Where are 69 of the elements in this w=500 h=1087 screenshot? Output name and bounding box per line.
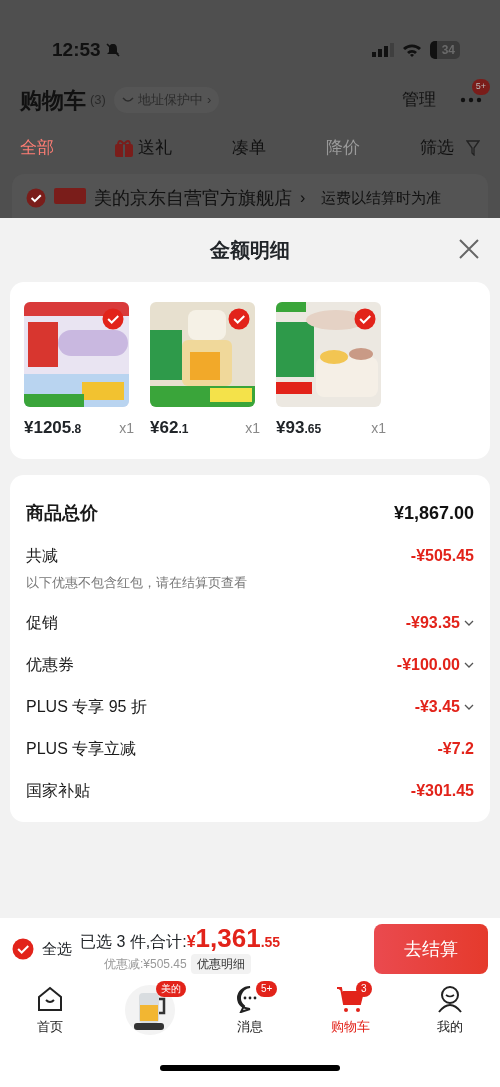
summary-label: 共减 xyxy=(26,545,58,566)
tab-bar-item[interactable]: 美的 xyxy=(100,984,200,1038)
item-quantity: x1 xyxy=(119,419,134,438)
item-price: ¥1205.8 xyxy=(24,417,82,439)
summary-label: PLUS 专享 95 折 xyxy=(26,697,147,717)
summary-label: 商品总价 xyxy=(26,502,98,525)
chevron-down-icon[interactable] xyxy=(464,703,474,711)
tab-badge: 5+ xyxy=(256,981,278,997)
summary-label: PLUS 专享立减 xyxy=(26,739,137,759)
selected-summary: 已选 3 件,合计: xyxy=(80,931,187,952)
summary-amount: -¥301.45 xyxy=(410,781,474,801)
summary-label: 促销 xyxy=(26,613,58,633)
checkout-button[interactable]: 去结算 xyxy=(374,924,488,974)
close-icon xyxy=(458,237,480,260)
summary-amount: -¥93.35 xyxy=(405,613,460,633)
select-all-checkbox[interactable] xyxy=(12,938,34,960)
page-title: 购物车 xyxy=(20,86,86,115)
filter-tab[interactable]: 凑单 xyxy=(232,135,266,161)
tab-badge: 美的 xyxy=(156,981,186,997)
filter-tab[interactable]: 筛选 xyxy=(420,135,454,161)
manage-link[interactable]: 管理 xyxy=(402,87,436,113)
shipping-note: 运费以结算时为准 xyxy=(321,188,442,208)
checkmark-icon[interactable] xyxy=(102,308,124,330)
sheet-title: 金额明细 xyxy=(210,238,290,263)
summary-label: 优惠券 xyxy=(26,655,74,675)
summary-label: 国家补贴 xyxy=(26,781,90,801)
chevron-down-icon[interactable] xyxy=(464,619,474,627)
filter-tab[interactable]: 全部 xyxy=(20,135,54,161)
total-decimal: .55 xyxy=(260,933,281,950)
tab-bar-item[interactable]: 消息 5+ xyxy=(200,984,300,1038)
gift-icon xyxy=(114,138,134,158)
item-quantity: x1 xyxy=(245,419,260,438)
item-price: ¥93.65 xyxy=(276,417,322,439)
filter-tab[interactable]: 送礼 xyxy=(138,135,172,161)
tab-bar-item[interactable]: 首页 xyxy=(0,984,100,1038)
status-time: 12:53 xyxy=(52,37,101,62)
currency-symbol: ¥ xyxy=(186,932,196,950)
close-button[interactable] xyxy=(458,236,480,260)
chevron-down-icon[interactable] xyxy=(464,661,474,669)
checkmark-icon[interactable] xyxy=(354,308,376,330)
select-all-label[interactable]: 全选 xyxy=(42,937,72,961)
signal-icon xyxy=(371,43,394,57)
tab-bar-item[interactable]: 购物车 3 xyxy=(300,984,400,1038)
home-icon xyxy=(36,985,64,1013)
tab-badge: 3 xyxy=(356,981,372,997)
total-amount: 1,361 xyxy=(195,924,261,951)
summary-amount: ¥1,867.00 xyxy=(393,502,474,525)
item-price: ¥62.1 xyxy=(150,417,189,439)
summary-amount: -¥3.45 xyxy=(414,697,460,717)
store-name[interactable]: 美的京东自营官方旗舰店 xyxy=(94,188,292,208)
discount-text: 优惠减:¥505.45 xyxy=(104,955,187,973)
summary-amount: -¥505.45 xyxy=(410,545,474,566)
notification-badge: 5+ xyxy=(471,79,490,95)
filter-icon xyxy=(466,140,480,156)
checkmark-icon[interactable] xyxy=(228,308,250,330)
summary-note: 以下优惠不包含红包，请在结算页查看 xyxy=(26,573,248,592)
store-tag xyxy=(54,188,86,204)
tab-bar-item[interactable]: 我的 xyxy=(400,984,500,1038)
item-quantity: x1 xyxy=(371,419,386,438)
wifi-icon xyxy=(401,43,422,57)
bell-off-icon xyxy=(104,42,121,58)
store-chevron[interactable]: › xyxy=(300,188,306,208)
discount-detail-button[interactable]: 优惠明细 xyxy=(190,953,251,974)
checkbox-icon[interactable] xyxy=(26,188,46,208)
profile-icon xyxy=(436,985,464,1013)
summary-amount: -¥7.2 xyxy=(437,739,474,759)
cart-icon xyxy=(336,985,364,1013)
summary-amount: -¥100.00 xyxy=(396,655,460,675)
smile-icon xyxy=(121,96,134,104)
